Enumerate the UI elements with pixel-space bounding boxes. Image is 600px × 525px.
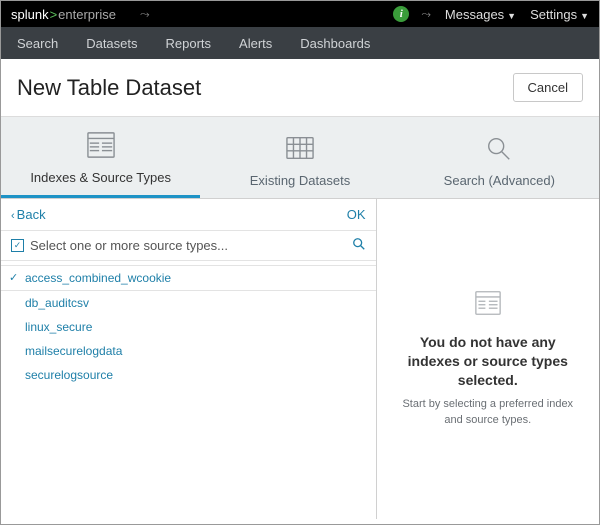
activity-icon-2[interactable]: ⤳ — [421, 7, 431, 22]
caret-down-icon: ▼ — [507, 11, 516, 21]
app-nav: Search Datasets Reports Alerts Dashboard… — [1, 27, 599, 59]
picker-panel: ‹Back OK ✓ Select one or more source typ… — [1, 199, 377, 519]
magnifier-icon — [400, 134, 599, 165]
content-row: ‹Back OK ✓ Select one or more source typ… — [1, 199, 599, 519]
top-bar: splunk>enterprise ⤳ i ⤳ Messages▼ Settin… — [1, 1, 599, 27]
messages-menu[interactable]: Messages▼ — [445, 7, 516, 22]
selection-summary-panel: You do not have any indexes or source ty… — [377, 199, 599, 519]
tabs-row: Indexes & Source Types Existing Datasets… — [1, 117, 599, 198]
ok-button[interactable]: OK — [347, 207, 366, 222]
nav-reports[interactable]: Reports — [166, 36, 212, 51]
grid-icon — [200, 134, 399, 165]
nav-search[interactable]: Search — [17, 36, 58, 51]
source-type-item[interactable]: securelogsource — [1, 363, 376, 387]
info-icon[interactable]: i — [393, 6, 409, 22]
tab-indexes-sourcetypes[interactable]: Indexes & Source Types — [1, 131, 200, 198]
empty-state-subtitle: Start by selecting a preferred index and… — [387, 397, 589, 428]
page-header: New Table Dataset Cancel — [1, 59, 599, 117]
back-label: Back — [17, 207, 46, 222]
search-icon[interactable] — [352, 237, 366, 254]
chevron-left-icon: ‹ — [11, 210, 15, 222]
source-type-item[interactable]: ✓ access_combined_wcookie — [1, 265, 376, 291]
source-type-label: db_auditcsv — [25, 296, 89, 310]
source-type-item[interactable]: db_auditcsv — [1, 291, 376, 315]
messages-label: Messages — [445, 7, 504, 22]
nav-alerts[interactable]: Alerts — [239, 36, 272, 51]
caret-down-icon: ▼ — [580, 11, 589, 21]
source-type-item[interactable]: mailsecurelogdata — [1, 339, 376, 363]
table-fields-icon — [1, 131, 200, 162]
select-all-checkbox[interactable]: ✓ — [11, 239, 24, 252]
source-type-label: access_combined_wcookie — [25, 271, 171, 285]
cancel-button[interactable]: Cancel — [513, 73, 583, 102]
brand-part2: enterprise — [58, 7, 116, 22]
nav-dashboards[interactable]: Dashboards — [300, 36, 370, 51]
picker-top-bar: ‹Back OK — [1, 199, 376, 231]
activity-icon[interactable]: ⤳ — [140, 7, 150, 22]
tab-search-advanced[interactable]: Search (Advanced) — [400, 134, 599, 198]
brand-gt: > — [50, 7, 58, 22]
source-type-label: linux_secure — [25, 320, 92, 334]
tab-existing-datasets[interactable]: Existing Datasets — [200, 134, 399, 198]
source-type-label: mailsecurelogdata — [25, 344, 122, 358]
check-icon: ✓ — [9, 271, 18, 284]
settings-label: Settings — [530, 7, 577, 22]
empty-state-title: You do not have any indexes or source ty… — [387, 333, 589, 390]
filter-label: Select one or more source types... — [30, 238, 352, 253]
source-type-item[interactable]: linux_secure — [1, 315, 376, 339]
back-button[interactable]: ‹Back — [11, 207, 46, 222]
source-type-list: ✓ access_combined_wcookie db_auditcsv lin… — [1, 261, 376, 391]
page-title: New Table Dataset — [17, 75, 201, 101]
tab-label: Existing Datasets — [250, 173, 350, 188]
nav-datasets[interactable]: Datasets — [86, 36, 137, 51]
tab-label: Search (Advanced) — [444, 173, 555, 188]
filter-row: ✓ Select one or more source types... — [1, 231, 376, 261]
table-placeholder-icon — [474, 290, 502, 319]
source-type-label: securelogsource — [25, 368, 113, 382]
tabs-area: Indexes & Source Types Existing Datasets… — [1, 117, 599, 199]
brand-part1: splunk — [11, 7, 49, 22]
settings-menu[interactable]: Settings▼ — [530, 7, 589, 22]
brand-logo[interactable]: splunk>enterprise — [11, 7, 116, 22]
tab-label: Indexes & Source Types — [30, 170, 171, 185]
